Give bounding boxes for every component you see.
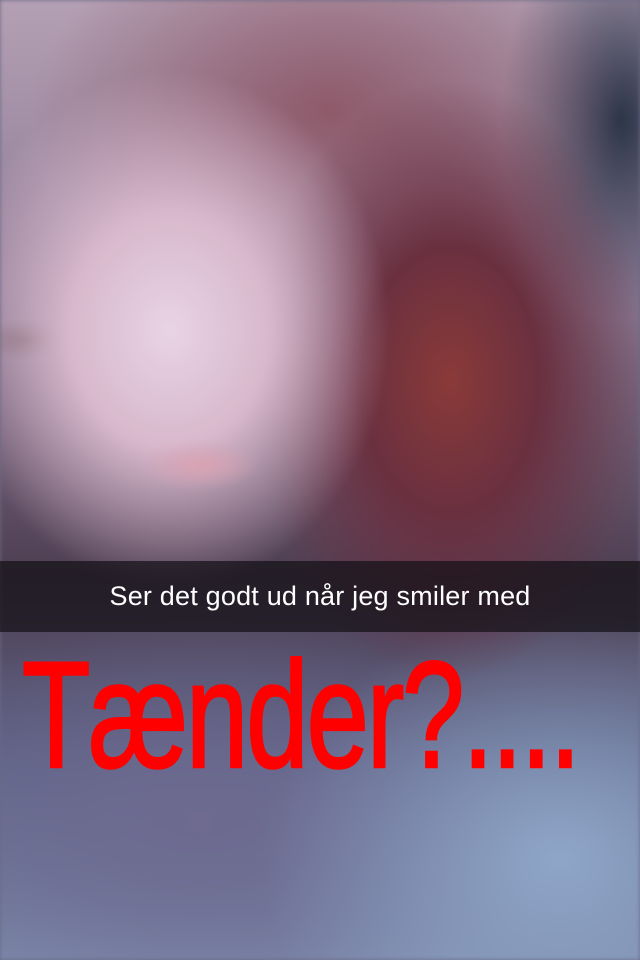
caption-bar: Ser det godt ud når jeg smiler med	[0, 561, 640, 632]
handwritten-drawing-text: Tænder?....	[21, 630, 582, 800]
selfie-photo	[0, 0, 640, 960]
caption-text: Ser det godt ud når jeg smiler med	[109, 581, 531, 611]
